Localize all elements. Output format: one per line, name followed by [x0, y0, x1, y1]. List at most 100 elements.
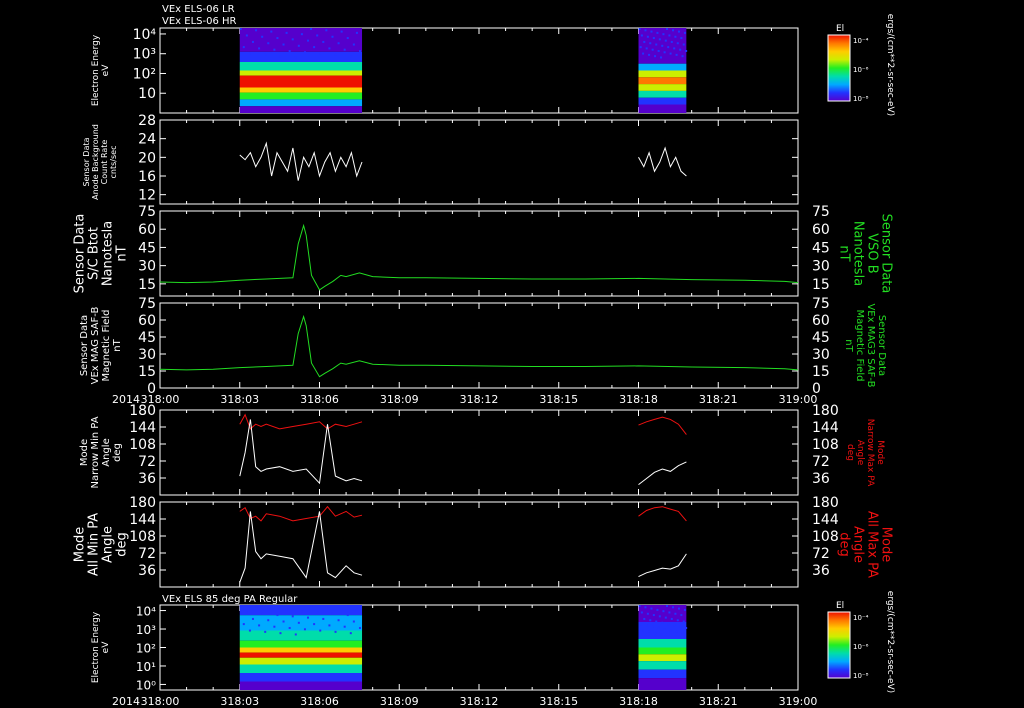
panel-6-right-label-line: All Max PA [865, 511, 880, 578]
spectrogram-2-speckle [675, 630, 678, 633]
panel-3-right-label-line: Nanotesla [851, 221, 866, 286]
colorbar-2 [827, 611, 851, 679]
panel-7-ylabel-line: eV [101, 641, 111, 654]
time-axis-upper-tick-label: 318:06 [300, 393, 339, 406]
panel-5-ylabel-line: Angle [101, 438, 112, 466]
time-axis-lower-tick-label: 318:09 [380, 695, 419, 708]
narrow-pa-series-2 [239, 419, 363, 485]
spectrogram-1-speckle [682, 43, 685, 46]
spectrogram-1-speckle [334, 53, 337, 56]
bottom-panel-title: VEx ELS 85 deg PA Regular [162, 594, 298, 605]
panel-2-ylabel-line: Anode Background [91, 124, 100, 200]
spectrogram-1-speckle [337, 42, 340, 45]
panel-3-ylabel-line: Nanotesla [100, 221, 115, 286]
spectrogram-2-speckle [251, 617, 254, 620]
panel-4-right-label: Sensor DataVEx MAG3 SAF-BMagnetic Fieldn… [843, 303, 887, 387]
spectrogram-1-speckle [328, 47, 331, 50]
spectrogram-2-speckle [303, 628, 306, 631]
spectrogram-1-band [638, 70, 687, 78]
all-pa-series-3 [638, 506, 687, 522]
spectrogram-2-speckle [651, 625, 654, 628]
spectrogram-2-band [638, 678, 687, 690]
spectrogram-2-band [638, 639, 687, 648]
spectrogram-2-band [638, 661, 687, 670]
y-tick-label-right: 75 [812, 296, 830, 312]
spectrogram-1-speckle [255, 29, 258, 32]
panel-3-right-label-line: Sensor Data [879, 214, 894, 294]
spectrogram-2-speckle [664, 616, 667, 619]
spectrogram-1-speckle [644, 29, 647, 32]
spectrogram-1-band [638, 77, 687, 85]
y-tick-label: 30 [138, 259, 156, 275]
colorbar-2-tick: 10⁻⁸ [853, 672, 869, 680]
y-tick-label: 10⁴ [136, 605, 156, 619]
colorbar-2-unit: ergs/(cm**2-sr-sec-eV) [885, 591, 895, 693]
spectrogram-2-speckle [319, 629, 322, 632]
y-tick-label: 36 [138, 471, 156, 487]
spectrogram-2-speckle [648, 630, 651, 633]
panel-4-ylabel-line: VEx MAG SAF-B [90, 307, 101, 385]
spectrogram-1-speckle [677, 30, 680, 33]
spectrogram-1-band [239, 70, 363, 76]
panel-2-ylabel-line: Count Rate [100, 140, 109, 185]
spectrogram-2-speckle [328, 624, 331, 627]
spectrogram-2-speckle [674, 612, 677, 615]
spectrogram-1-speckle [662, 33, 665, 36]
spectrogram-2-speckle [340, 607, 343, 610]
y-tick-label: 75 [138, 204, 156, 220]
spectrogram-1-speckle [261, 35, 264, 38]
spectrogram-2-band [239, 605, 363, 616]
colorbar-2-unit-text: ergs/(cm**2-sr-sec-eV) [885, 591, 895, 693]
spectrogram-2-speckle [355, 608, 358, 611]
spectrogram-1-speckle [358, 49, 361, 52]
y-tick-label: 30 [138, 347, 156, 363]
panel-4-right-label-line: Sensor Data [876, 315, 887, 376]
spectrogram-2-speckle [638, 605, 641, 607]
panel-5-ylabel: Mode Narrow Min PA Angle deg [79, 416, 123, 488]
y-tick-label: 60 [138, 222, 156, 238]
narrow-pa-series-3 [638, 416, 687, 435]
spectrogram-2-speckle [352, 620, 355, 623]
y-tick-label: 20 [138, 150, 156, 166]
spectrogram-2-band [239, 664, 363, 673]
spectrogram-2-speckle [316, 611, 319, 614]
spectrogram-2-speckle [331, 612, 334, 615]
spectrogram-2-speckle [643, 617, 646, 620]
panel-2-ylabel: Sensor Data Anode Background Count Rate cnt… [82, 124, 118, 200]
colorbar-1-unit-text: ergs/(cm**2-sr-sec-eV) [885, 14, 895, 116]
y-tick-label: 108 [129, 437, 156, 453]
spectrogram-2-speckle [261, 612, 264, 615]
spectrogram-1-speckle [264, 53, 267, 56]
spectrogram-2-speckle [642, 629, 645, 632]
y-tick-label: 60 [138, 313, 156, 329]
spectrogram-2-speckle [300, 610, 303, 613]
panel-5-right-label-line: Mode [875, 440, 885, 465]
spectrogram-2-speckle [662, 610, 665, 613]
spectrogram-2-speckle [673, 624, 676, 627]
spectrogram-1-speckle [661, 44, 664, 47]
y-tick-label: 75 [138, 296, 156, 312]
panel-2-ylabel-line: Sensor Data [82, 137, 91, 186]
spectrogram-2-speckle [661, 621, 664, 624]
spectrogram-2-speckle [291, 615, 294, 618]
y-tick-label: 10¹ [136, 660, 156, 674]
spectrogram-2-speckle [657, 626, 660, 629]
all-pa-series-2 [239, 511, 363, 583]
spectrogram-2-speckle [668, 611, 671, 614]
spectrogram-1-speckle [650, 30, 653, 33]
spectrogram-1-speckle [667, 46, 670, 49]
spectrogram-1-speckle [655, 43, 658, 46]
spectrogram-1-speckle [248, 52, 251, 55]
panel-5-right-label-line: Angle [855, 440, 865, 466]
spectrogram-2-band [638, 654, 687, 662]
spectrogram-1-speckle [638, 28, 641, 30]
panel-2-frame [159, 119, 799, 205]
spectrogram-2-speckle [294, 633, 297, 636]
spectrogram-2-speckle [663, 628, 666, 631]
time-axis-lower-tick-label: 318:06 [300, 695, 339, 708]
spectrogram-1-speckle [670, 40, 673, 43]
spectrogram-1-speckle [679, 48, 682, 51]
spectrogram-2-speckle [337, 619, 340, 622]
spectrogram-2-speckle [682, 620, 685, 623]
spectrogram-1-speckle [660, 56, 663, 59]
